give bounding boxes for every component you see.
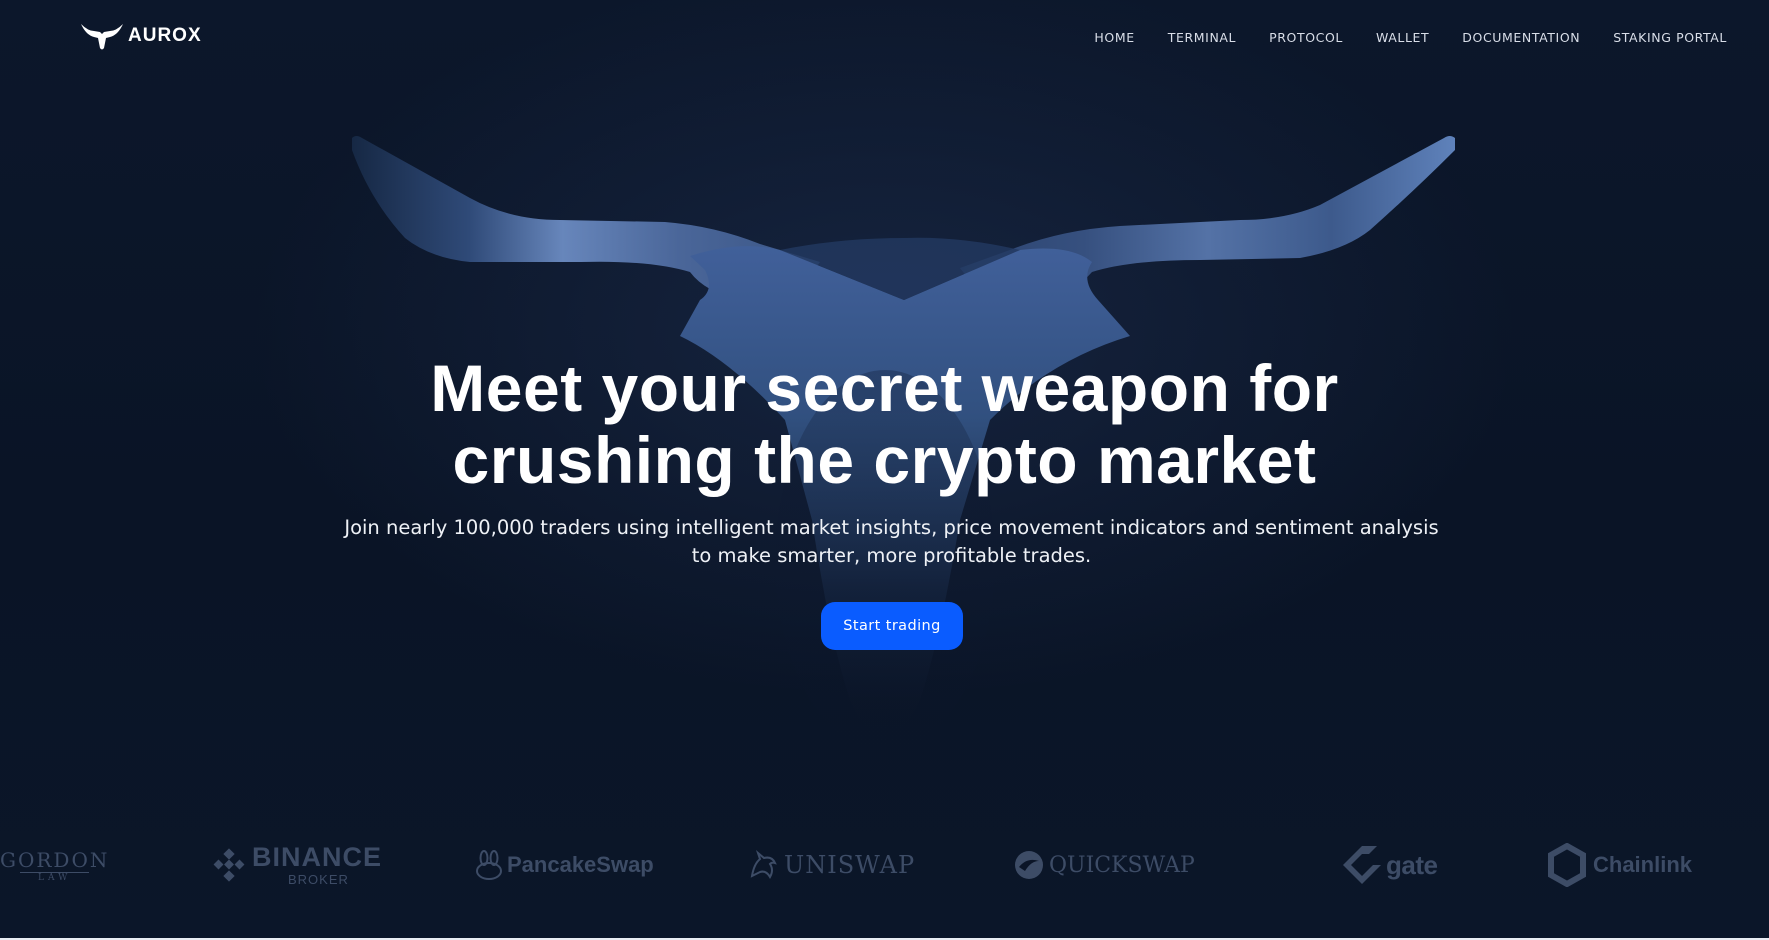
hero-subtitle: Join nearly 100,000 traders using intell… [344,516,1439,567]
partner-chainlink[interactable]: Chainlink [1547,830,1692,900]
partner-uniswap[interactable]: UNISWAP [748,830,915,900]
aurox-logo[interactable]: AUROX [80,20,202,52]
partner-logos-row: GORDON LAW BINANCE BROKER PancakeSwap UN… [0,830,1769,900]
nav-item-documentation[interactable]: DOCUMENTATION [1462,30,1580,45]
hero-title: Meet your secret weapon for crushing the… [0,352,1769,496]
partner-name: gate [1386,849,1438,880]
landing-page: AUROX HOME TERMINAL PROTOCOL WALLET DOCU… [0,0,1769,940]
hero-title-line-1: Meet your secret weapon for [430,351,1339,425]
partner-name: BINANCE [252,842,383,872]
partner-gordon-law[interactable]: GORDON LAW [0,830,109,900]
pancake-bunny-icon [476,850,502,880]
partner-gate[interactable]: gate [1340,830,1438,900]
partner-sub-label: BROKER [288,872,349,887]
chainlink-hexagon-icon [1548,843,1586,887]
partner-binance[interactable]: BINANCE BROKER [212,830,382,900]
nav-item-wallet[interactable]: WALLET [1376,30,1429,45]
gordon-law-logo: GORDON [0,847,110,872]
gate-hexagon-icon [1343,846,1381,884]
top-navigation-bar: AUROX HOME TERMINAL PROTOCOL WALLET DOCU… [0,0,1769,80]
quickswap-orb-icon [1015,851,1043,879]
unicorn-icon [750,850,777,880]
partner-pancakeswap[interactable]: PancakeSwap [475,830,654,900]
partner-quickswap[interactable]: QUICKSWAP [1013,830,1195,900]
partner-name: Chainlink [1593,852,1693,877]
main-nav: HOME TERMINAL PROTOCOL WALLET DOCUMENTAT… [1061,30,1727,45]
nav-item-protocol[interactable]: PROTOCOL [1269,30,1343,45]
hero-title-line-2: crushing the crypto market [452,423,1317,497]
nav-item-terminal[interactable]: TERMINAL [1168,30,1236,45]
partner-name: PancakeSwap [507,852,654,877]
partner-name: QUICKSWAP [1049,852,1195,878]
bull-head-icon [81,24,123,50]
partner-sub-label: LAW [20,871,90,883]
brand-name: AUROX [128,25,202,46]
nav-item-home[interactable]: HOME [1094,30,1134,45]
partner-name: UNISWAP [784,851,916,879]
start-trading-button[interactable]: Start trading [821,602,963,650]
binance-diamond-icon [213,848,245,882]
nav-item-staking-portal[interactable]: STAKING PORTAL [1613,30,1727,45]
